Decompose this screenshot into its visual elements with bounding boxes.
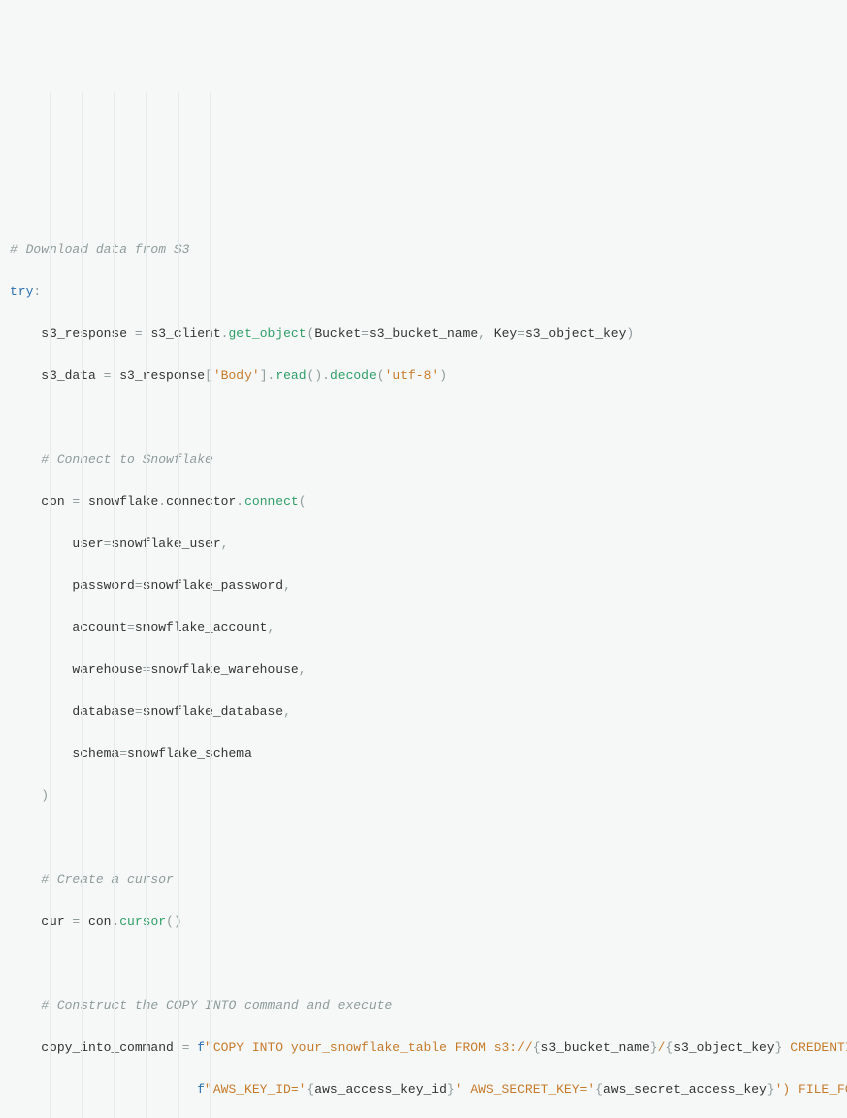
code-line: password=snowflake_password, [10,575,837,596]
code-line: try: [10,281,837,302]
code-line: # Connect to Snowflake [10,449,837,470]
code-line: account=snowflake_account, [10,617,837,638]
code-line: user=snowflake_user, [10,533,837,554]
code-line: ) [10,785,837,806]
code-line: database=snowflake_database, [10,701,837,722]
blank-line [10,827,837,848]
comment: # Create a cursor [41,872,174,887]
blank-line [10,407,837,428]
code-line: s3_data = s3_response['Body'].read().dec… [10,365,837,386]
code-line: con = snowflake.connector.connect( [10,491,837,512]
code-line: s3_response = s3_client.get_object(Bucke… [10,323,837,344]
comment: # Connect to Snowflake [41,452,213,467]
comment: # Download data from S3 [10,242,189,257]
comment: # Construct the COPY INTO command and ex… [41,998,392,1013]
code-line: warehouse=snowflake_warehouse, [10,659,837,680]
code-line: copy_into_command = f"COPY INTO your_sno… [10,1037,837,1058]
code-line: # Construct the COPY INTO command and ex… [10,995,837,1016]
code-line: cur = con.cursor() [10,911,837,932]
code-line: # Create a cursor [10,869,837,890]
code-block: # Download data from S3 try: s3_response… [10,92,837,1118]
blank-line [10,953,837,974]
code-line: f"AWS_KEY_ID='{aws_access_key_id}' AWS_S… [10,1079,837,1100]
keyword-try: try [10,284,33,299]
code-line: # Download data from S3 [10,239,837,260]
code-line: schema=snowflake_schema [10,743,837,764]
